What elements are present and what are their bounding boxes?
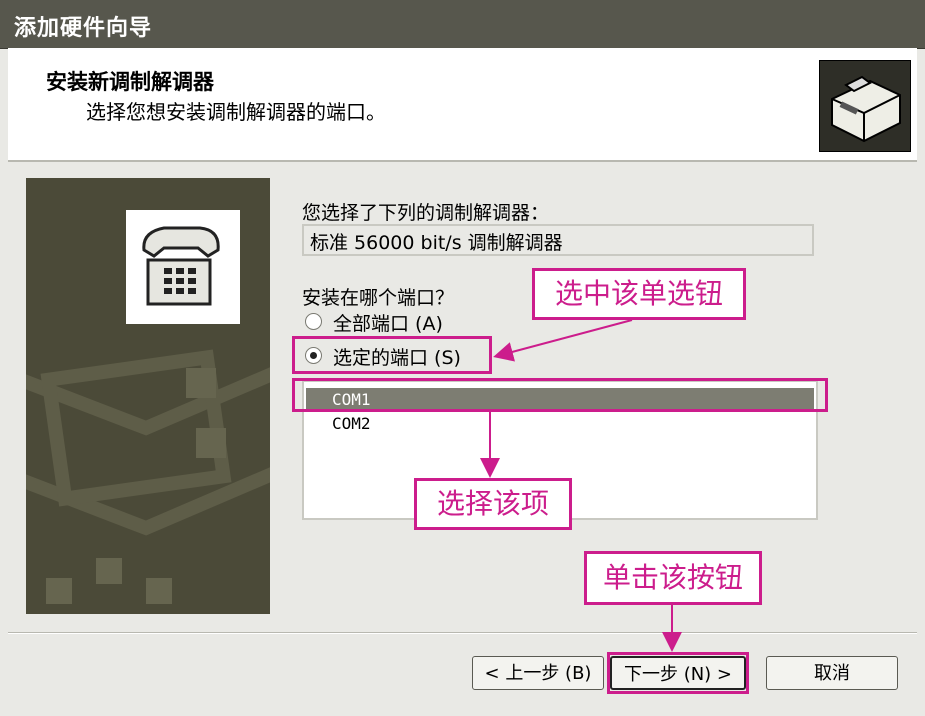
add-hardware-wizard-window: 添加硬件向导 安装新调制解调器 选择您想安装调制解调器的端口。 您选择了下列的调… (0, 0, 925, 716)
arrow-to-radio (493, 319, 633, 362)
annotation-arrows (480, 319, 682, 652)
